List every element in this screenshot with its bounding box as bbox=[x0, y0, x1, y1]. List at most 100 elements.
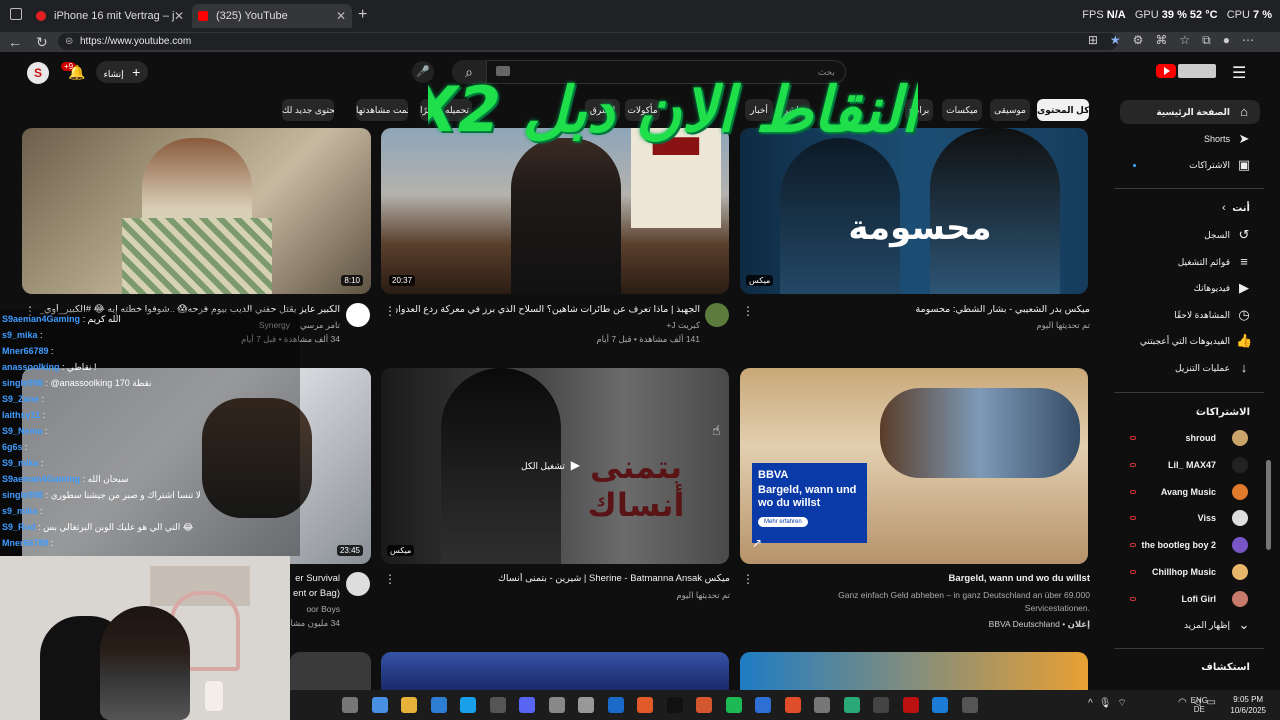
address-bar[interactable]: ⊜ https://www.youtube.com bbox=[58, 33, 1118, 50]
taskbar-app-icon[interactable] bbox=[755, 697, 771, 713]
subscription-item[interactable]: shroud bbox=[1120, 426, 1260, 450]
play-all-button[interactable]: تشغيل الكل ▶ bbox=[521, 458, 580, 472]
taskbar-app-icon[interactable] bbox=[489, 697, 506, 713]
sidebar-item-you-5[interactable]: عمليات التنزيل ↓ bbox=[1120, 356, 1260, 380]
taskbar-app-icon[interactable] bbox=[696, 697, 712, 713]
video-thumbnail[interactable] bbox=[381, 652, 729, 690]
microphone-icon[interactable]: 🎙 bbox=[1099, 698, 1118, 709]
taskbar-app-icon[interactable] bbox=[371, 697, 388, 713]
taskbar-app-icon[interactable] bbox=[430, 697, 447, 713]
taskbar-app-icon[interactable] bbox=[814, 697, 830, 713]
browser-tab-youtube[interactable]: (325) YouTube ✕ bbox=[192, 4, 352, 28]
video-title[interactable]: الجهبذ | ماذا تعرف عن طائرات شاهين؟ السل… bbox=[396, 304, 700, 315]
split-screen-icon[interactable]: ⌘ bbox=[1155, 33, 1179, 47]
taskbar-app-icon[interactable] bbox=[873, 697, 889, 713]
close-tab-icon[interactable]: ✕ bbox=[336, 9, 346, 23]
subscription-item[interactable]: Lil_ MAX47 bbox=[1120, 453, 1260, 477]
extensions-icon[interactable]: ⚙ bbox=[1133, 33, 1156, 47]
network-icon[interactable]: ⌔ bbox=[1117, 698, 1132, 709]
subscription-item[interactable]: Avang Music bbox=[1120, 480, 1260, 504]
more-actions-icon[interactable]: ⋮ bbox=[742, 572, 754, 586]
show-more-button[interactable]: إظهار المزيد ⌄ bbox=[1120, 613, 1260, 637]
more-actions-icon[interactable]: ⋮ bbox=[384, 572, 396, 586]
taskbar-app-icon[interactable] bbox=[666, 697, 683, 713]
apps-icon[interactable]: ⊞ bbox=[1088, 33, 1110, 47]
video-title[interactable]: ميكس Sherine - Batmanna Ansak | شيرين - … bbox=[400, 573, 730, 584]
close-tab-icon[interactable]: ✕ bbox=[174, 9, 184, 23]
expand-icon[interactable]: ↗ bbox=[752, 536, 762, 550]
favorite-star-icon[interactable]: ★ bbox=[1110, 33, 1133, 47]
taskbar-app-icon[interactable] bbox=[902, 697, 919, 713]
more-icon[interactable]: ⋯ bbox=[1242, 33, 1266, 47]
profile-icon[interactable]: ● bbox=[1223, 33, 1242, 47]
back-icon[interactable]: ← bbox=[8, 34, 36, 50]
taskbar-app-icon[interactable] bbox=[519, 697, 535, 713]
subscription-item[interactable]: Chillhop Music bbox=[1120, 560, 1260, 584]
wifi-icon[interactable]: ◠ bbox=[1178, 697, 1193, 708]
channel-avatar[interactable] bbox=[346, 303, 370, 327]
taskbar-app-icon[interactable] bbox=[548, 697, 565, 713]
ad-card[interactable]: BBVA Bargeld, wann und wo du willst Mehr… bbox=[752, 463, 867, 543]
menu-icon[interactable]: ☰ bbox=[1232, 63, 1246, 83]
taskbar-app-icon[interactable] bbox=[460, 697, 476, 713]
taskbar-app-icon[interactable] bbox=[401, 697, 417, 713]
sidebar-item-you-2[interactable]: فيديوهاتك ▶ bbox=[1120, 276, 1260, 300]
system-clock[interactable]: 9:05 PM 10/6/2025 bbox=[1230, 694, 1266, 716]
chip-0[interactable]: كل المحتوى bbox=[1037, 99, 1089, 121]
ad-title[interactable]: Bargeld, wann und wo du willst bbox=[760, 573, 1090, 584]
chip-2[interactable]: ميكسات bbox=[942, 99, 982, 121]
taskbar-app-icon[interactable] bbox=[607, 697, 624, 713]
subscription-item[interactable]: Lofi Girl bbox=[1120, 587, 1260, 611]
sidebar-item-you-0[interactable]: السجل ↺ bbox=[1120, 223, 1260, 247]
ad-thumbnail[interactable]: BBVA Bargeld, wann und wo du willst Mehr… bbox=[740, 368, 1088, 564]
sidebar-item-you-1[interactable]: قوائم التشغيل ≡ bbox=[1120, 250, 1260, 274]
volume-icon[interactable]: ◁ bbox=[1193, 697, 1207, 708]
sidebar-item-you-4[interactable]: الفيديوهات التي أعجبتني 👍 bbox=[1120, 329, 1260, 353]
taskbar-app-icon[interactable] bbox=[932, 697, 948, 713]
taskbar-app-icon[interactable] bbox=[578, 697, 594, 713]
ad-channel[interactable]: BBVA Deutschland bbox=[989, 619, 1060, 629]
subscription-item[interactable]: the bootleg boy 2 bbox=[1120, 533, 1260, 557]
chip-1[interactable]: موسيقى bbox=[990, 99, 1030, 121]
channel-name[interactable]: كبريت J+ bbox=[560, 320, 700, 331]
favorites-icon[interactable]: ☆ bbox=[1179, 33, 1202, 47]
taskbar-app-icon[interactable] bbox=[725, 697, 742, 713]
sidebar-scrollbar[interactable] bbox=[1266, 460, 1271, 550]
taskbar-app-icon[interactable] bbox=[784, 697, 801, 713]
subscription-item[interactable]: Viss bbox=[1120, 506, 1260, 530]
video-thumbnail[interactable]: 8:10 bbox=[22, 128, 371, 294]
collections-icon[interactable]: ⧉ bbox=[1202, 33, 1223, 47]
video-title[interactable]: ميكس بدر الشعيبي - بشار الشطي: محسومة bbox=[760, 304, 1090, 315]
notifications-bell-icon[interactable]: 🔔 bbox=[68, 64, 85, 81]
battery-icon[interactable]: ▭ bbox=[1206, 697, 1221, 708]
you-section-heading[interactable]: أنت › bbox=[1120, 203, 1250, 214]
sidebar-item-main-0[interactable]: الصفحة الرئيسية ⌂ bbox=[1120, 100, 1260, 124]
taskbar-app-icon[interactable] bbox=[843, 697, 860, 713]
chip-9[interactable]: تمت مشاهدتها bbox=[356, 99, 408, 121]
channel-avatar[interactable] bbox=[346, 572, 370, 596]
create-button[interactable]: إنشاء + bbox=[96, 61, 148, 83]
youtube-wordmark[interactable] bbox=[1178, 64, 1216, 78]
video-thumbnail[interactable]: بتمنى أنساك تشغيل الكل ▶ ميكس bbox=[381, 368, 729, 564]
ad-cta-button[interactable]: Mehr erfahren bbox=[758, 517, 808, 527]
new-tab-icon[interactable]: + bbox=[358, 6, 367, 24]
tab-list-icon[interactable] bbox=[10, 8, 22, 20]
site-info-icon[interactable]: ⊜ bbox=[65, 33, 73, 50]
video-thumbnail[interactable] bbox=[740, 652, 1088, 690]
sidebar-item-you-3[interactable]: المشاهدة لاحقًا ◷ bbox=[1120, 303, 1260, 327]
account-avatar[interactable]: S bbox=[27, 62, 49, 84]
taskbar-app-icon[interactable] bbox=[961, 697, 978, 713]
chip-10[interactable]: محتوى جديد لك bbox=[282, 99, 334, 121]
taskbar-app-icon[interactable] bbox=[637, 697, 653, 713]
chevron-up-icon[interactable]: ^ bbox=[1088, 698, 1099, 709]
channel-avatar[interactable] bbox=[705, 303, 729, 327]
video-thumbnail[interactable]: محسومة ميكس bbox=[740, 128, 1088, 294]
more-actions-icon[interactable]: ⋮ bbox=[384, 304, 396, 318]
video-thumbnail[interactable]: ▆▆▆ 20:37 bbox=[381, 128, 729, 294]
subscriptions-heading[interactable]: الاشتراكات bbox=[1120, 407, 1250, 418]
sidebar-item-main-2[interactable]: الاشتراكات ▣ bbox=[1120, 153, 1260, 177]
more-actions-icon[interactable]: ⋮ bbox=[742, 304, 754, 318]
taskbar-app-icon[interactable] bbox=[342, 697, 358, 713]
video-thumbnail[interactable] bbox=[290, 652, 371, 690]
youtube-logo-icon[interactable] bbox=[1156, 64, 1176, 78]
